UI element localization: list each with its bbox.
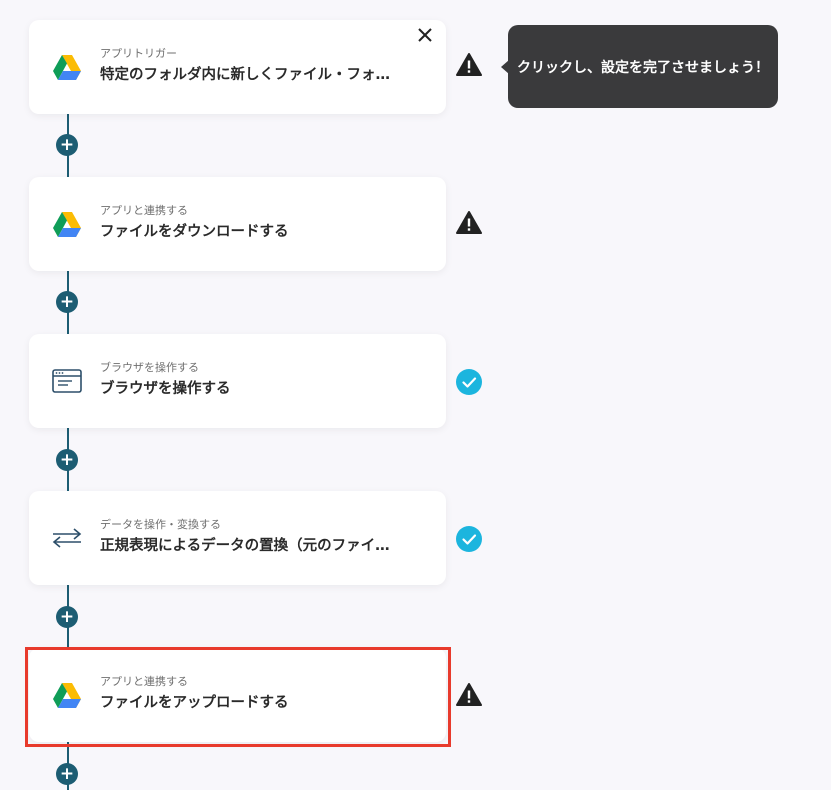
- add-step-button[interactable]: +: [56, 291, 78, 313]
- setup-tooltip: クリックし、設定を完了させましょう！: [501, 25, 778, 108]
- flow-step-browser[interactable]: ブラウザを操作する ブラウザを操作する: [29, 334, 446, 428]
- step-category: アプリと連携する: [100, 204, 188, 217]
- check-icon: [456, 526, 482, 552]
- tooltip-text: クリックし、設定を完了させましょう！: [517, 59, 769, 76]
- step-category: データを操作・変換する: [100, 518, 221, 531]
- google-drive-icon: [51, 679, 83, 711]
- add-step-button[interactable]: +: [56, 606, 78, 628]
- step-title: ファイルをアップロードする: [100, 695, 289, 711]
- close-icon[interactable]: [416, 26, 434, 44]
- google-drive-icon: [51, 208, 83, 240]
- step-title: 特定のフォルダ内に新しくファイル・フォ…: [100, 67, 390, 83]
- warning-icon: [456, 52, 482, 78]
- step-title: ファイルをダウンロードする: [100, 224, 289, 240]
- google-drive-icon: [51, 51, 83, 83]
- step-title: 正規表現によるデータの置換（元のファイ…: [100, 538, 390, 554]
- flow-step-trigger[interactable]: アプリトリガー 特定のフォルダ内に新しくファイル・フォ…: [29, 20, 446, 114]
- flow-step-download[interactable]: アプリと連携する ファイルをダウンロードする: [29, 177, 446, 271]
- step-category: アプリトリガー: [100, 47, 177, 60]
- step-category: ブラウザを操作する: [100, 361, 199, 374]
- add-step-button[interactable]: +: [56, 763, 78, 785]
- add-step-button[interactable]: +: [56, 449, 78, 471]
- add-step-button[interactable]: +: [56, 134, 78, 156]
- flow-step-upload[interactable]: アプリと連携する ファイルをアップロードする: [29, 648, 446, 742]
- warning-icon: [456, 682, 482, 708]
- warning-icon: [456, 210, 482, 236]
- tooltip-arrow: [501, 60, 509, 74]
- step-category: アプリと連携する: [100, 675, 188, 688]
- browser-window-icon: [51, 365, 83, 397]
- convert-arrows-icon: [51, 522, 83, 554]
- check-icon: [456, 369, 482, 395]
- flow-step-regex-replace[interactable]: データを操作・変換する 正規表現によるデータの置換（元のファイ…: [29, 491, 446, 585]
- step-title: ブラウザを操作する: [100, 381, 231, 397]
